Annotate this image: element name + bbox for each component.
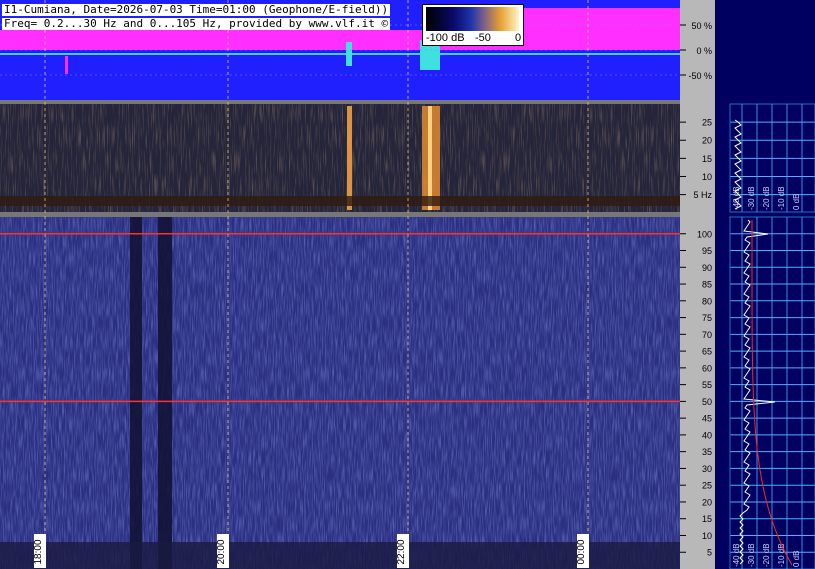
color-scale-legend: -100 dB -50 0 [422,4,524,46]
hf-axis-tick-label: 15 [702,514,712,524]
low-frequency-spectrogram [0,104,680,212]
color-scale-gradient [426,7,519,31]
hf-axis-tick-label: 55 [702,380,712,390]
hf-axis-tick-label: 65 [702,347,712,357]
spectrogram-chart: 50 % 0 % -50 % 18:00 20:00 22:00 00:00 25 20 15… [0,0,815,569]
hf-axis-tick-label: 20 [702,497,712,507]
hf-axis-tick-label: 70 [702,330,712,340]
waveform-burst-1 [346,42,352,66]
hf-axis-tick-label: 10 [702,531,712,541]
waveform-spike-1 [65,56,68,74]
hf-axis-tick-label: 30 [702,464,712,474]
hf-axis-tick-label: 100 [697,229,712,239]
hf-axis-tick-label: 90 [702,263,712,273]
lf-axis-tick-label: 10 [702,172,712,182]
hf-axis-tick-label: 80 [702,296,712,306]
waveform-tick-label: 0 % [696,46,712,56]
time-marker-label: 20:00 [216,539,227,564]
lf-axis-tick-label: 20 [702,136,712,146]
hf-axis-tick-label: 40 [702,430,712,440]
lf-axis-tick-label: 15 [702,154,712,164]
lf-spectrum-xtick-label: -20 dB [762,186,771,210]
hf-dark-stripe-1 [130,217,142,569]
lf-bottom-band [0,196,680,206]
lf-burst-3 [428,106,432,210]
waveform-loud-block [522,8,680,50]
color-scale-mid: -50 [475,32,491,44]
hf-axis-tick-label: 45 [702,414,712,424]
lf-axis-tick-label: 5 Hz [693,190,712,200]
hf-spectrum-xtick-label: -30 dB [747,543,756,567]
header-line-2: Freq= 0.2...30 Hz and 0...105 Hz, provid… [2,17,391,30]
hf-axis-tick-label: 60 [702,363,712,373]
high-frequency-spectrogram [0,217,680,569]
lf-axis-tick-label: 25 [702,118,712,128]
hf-axis-tick-label: 85 [702,280,712,290]
hf-spectrum-xtick-label: -10 dB [777,543,786,567]
time-marker-label: 18:00 [33,539,44,564]
waveform-tick-label: 50 % [691,21,712,31]
lf-spectrum-xtick-label: 0 dB [792,194,801,210]
hf-dark-stripe-2 [158,217,172,569]
hf-axis-tick-label: 5 [707,548,712,558]
panel-separator-top [0,100,680,104]
panel-separator-bottom [0,212,680,217]
hf-spectrum-xtick-label: 0 dB [792,551,801,567]
lf-spectrum-xtick-label: -10 dB [777,186,786,210]
waveform-tick-label: -50 % [688,71,712,81]
hf-axis-tick-label: 50 [702,397,712,407]
hf-axis-tick-label: 75 [702,313,712,323]
hf-spectrum-xtick-label: -40 dB [732,543,741,567]
hf-spectrum-xtick-label: -20 dB [762,543,771,567]
time-marker-label: 00:00 [576,539,587,564]
hf-axis-tick-label: 35 [702,447,712,457]
hf-axis-tick-label: 95 [702,246,712,256]
color-scale-max: 0 [515,32,522,44]
header-line-1: I1-Cumiana, Date=2026-07-03 Time=01:00 (… [2,3,391,16]
lf-spectrum-xtick-label: -30 dB [747,186,756,210]
hf-axis-tick-label: 25 [702,481,712,491]
color-scale-min: -100 dB [426,32,465,44]
time-marker-label: 22:00 [396,539,407,564]
lf-burst-1 [347,106,352,210]
